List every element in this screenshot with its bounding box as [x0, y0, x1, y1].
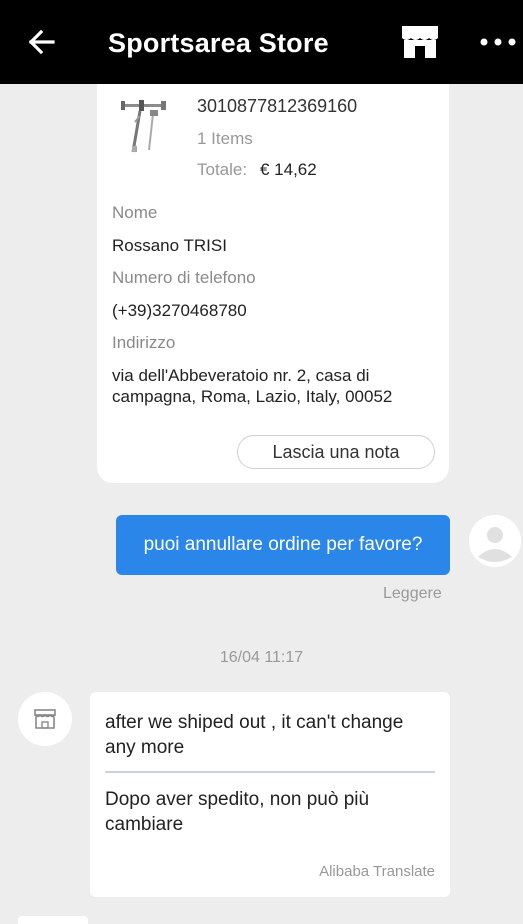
name-value: Rossano TRISI [112, 236, 227, 255]
more-horizontal-icon [480, 38, 516, 46]
more-options-button[interactable] [476, 30, 520, 54]
address-value: via dell'Abbeveratoio nr. 2, casa di cam… [112, 366, 393, 406]
phone-label: Numero di telefono [112, 268, 256, 287]
message-timestamp: 16/04 11:17 [219, 649, 304, 666]
name-label: Nome [112, 203, 158, 222]
phone-value: (+39)3270468780 [112, 301, 247, 320]
incoming-message-translation: Dopo aver spedito, non può più cambiare [105, 789, 370, 835]
order-number: 3010877812369160 [197, 96, 358, 116]
user-avatar-icon [469, 515, 521, 567]
top-bar: Sportsarea Store [0, 0, 523, 84]
incoming-message-original: after we shiped out , it can't change an… [105, 712, 404, 758]
address-label: Indirizzo [112, 333, 176, 352]
order-item-count: 1 Items [197, 129, 253, 148]
leave-note-button[interactable]: Lascia una nota [237, 435, 435, 469]
incoming-message-bubble[interactable]: after we shiped out , it can't change an… [90, 692, 450, 897]
next-message-edge [18, 916, 88, 924]
order-card: 3010877812369160 1 Items Totale: € 14,62… [97, 84, 449, 483]
translation-divider [105, 771, 435, 773]
user-avatar[interactable] [469, 515, 521, 567]
storefront-icon [402, 26, 438, 58]
order-total-value: € 14,62 [260, 160, 317, 179]
order-total-label: Totale: [197, 160, 248, 179]
translation-credit: Alibaba Translate [319, 863, 435, 880]
store-avatar-icon [34, 709, 56, 729]
tool-product-image [121, 100, 166, 153]
read-status: Leggere [383, 585, 442, 602]
store-title: Sportsarea Store [108, 28, 329, 58]
store-avatar[interactable] [18, 692, 72, 746]
store-button[interactable] [398, 22, 442, 62]
outgoing-message-bubble[interactable]: puoi annullare ordine per favore? [116, 515, 450, 575]
arrow-left-icon [28, 29, 55, 55]
product-thumbnail[interactable] [119, 94, 173, 158]
back-button[interactable] [22, 22, 62, 62]
